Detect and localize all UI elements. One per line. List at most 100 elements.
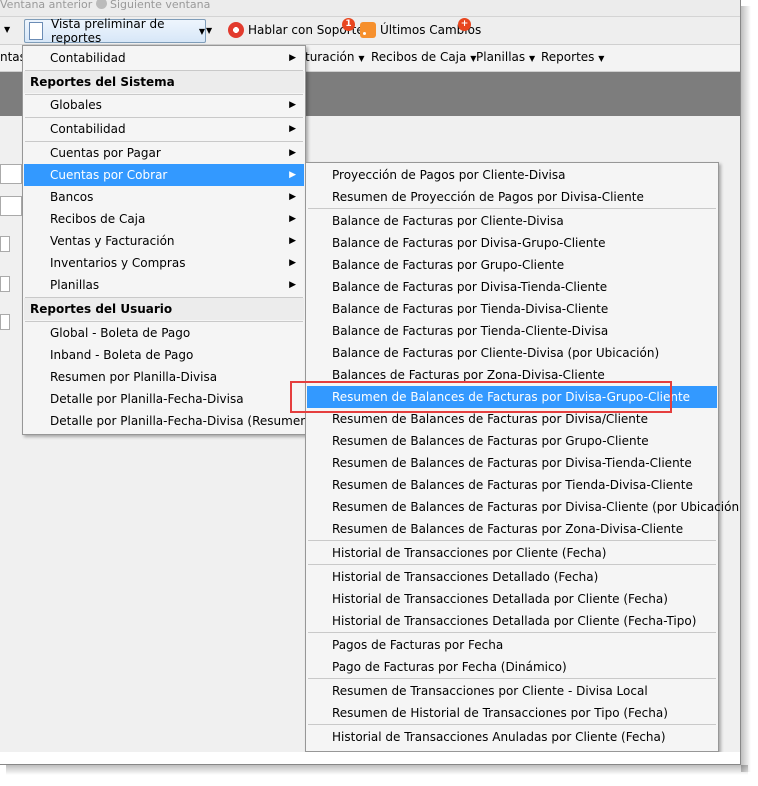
toolbar-dropdown-arrow[interactable]: ▼	[4, 25, 10, 34]
submenu-item-label: Resumen de Proyección de Pagos por Divis…	[332, 190, 644, 204]
submenu-item-group4-2[interactable]: Historial de Transacciones Detallada por…	[307, 610, 717, 632]
submenu-item-group2-12[interactable]: Resumen de Balances de Facturas por Tien…	[307, 474, 717, 496]
rss-icon	[360, 22, 376, 38]
submenu-item-group2-0[interactable]: Balance de Facturas por Cliente-Divisa	[307, 210, 717, 232]
vista-preliminar-label: Vista preliminar de reportes	[51, 17, 165, 45]
submenu-arrow-icon: ▶	[289, 100, 296, 110]
submenu-arrow-icon: ▶	[289, 148, 296, 158]
submenu-item-label: Historial de Transacciones por Cliente (…	[332, 546, 607, 560]
menu-separator	[308, 724, 716, 725]
menu-item-detalle-planilla-resumen[interactable]: Detalle por Planilla-Fecha-Divisa (Resum…	[24, 410, 313, 432]
submenu-item-group2-4[interactable]: Balance de Facturas por Tienda-Divisa-Cl…	[307, 298, 717, 320]
menu-item-detalle-planilla-fecha-divisa[interactable]: Detalle por Planilla-Fecha-Divisa	[24, 388, 304, 410]
submenu-item-group2-11[interactable]: Resumen de Balances de Facturas por Divi…	[307, 452, 717, 474]
cuentas-por-cobrar-submenu: Proyección de Pagos por Cliente-Divisa Re…	[305, 162, 740, 752]
menu-separator	[308, 564, 716, 565]
submenu-item-group2-5[interactable]: Balance de Facturas por Tienda-Cliente-D…	[307, 320, 717, 342]
menu-item-cuentas-por-cobrar[interactable]: Cuentas por Cobrar ▶	[24, 164, 304, 186]
field-fragment	[0, 276, 10, 292]
menu-separator	[308, 540, 716, 541]
submenu-arrow-icon: ▶	[289, 214, 296, 224]
chevron-down-icon: ▼	[528, 54, 536, 63]
submenu-arrow-icon: ▶	[289, 124, 296, 134]
submenu-item-group2-3[interactable]: Balance de Facturas por Divisa-Tienda-Cl…	[307, 276, 717, 298]
toolbar-overflow-arrow[interactable]: ▼	[206, 26, 212, 35]
menu-item-contabilidad[interactable]: Contabilidad ▶	[24, 118, 304, 140]
submenu-item-label: Resumen de Balances de Facturas por Grup…	[332, 434, 649, 448]
submenu-item-group3-0[interactable]: Historial de Transacciones por Cliente (…	[307, 542, 717, 564]
submenu-item-label: Balance de Facturas por Cliente-Divisa (…	[332, 346, 660, 360]
submenu-item-label: Resumen de Balances de Facturas por Divi…	[332, 500, 741, 514]
submenu-item-group7-0[interactable]: Historial de Transacciones Anuladas por …	[307, 726, 717, 748]
submenu-item-group4-1[interactable]: Historial de Transacciones Detallada por…	[307, 588, 717, 610]
toolbar: ▼ Vista preliminar de reportes ▼ ▼ Habla…	[0, 17, 740, 45]
submenu-item-label: Pago de Facturas por Fecha (Dinámico)	[332, 660, 567, 674]
field-fragment	[0, 236, 10, 252]
menubar-item-recibos[interactable]: Recibos de Caja ▼	[371, 50, 476, 64]
menu-separator	[308, 632, 716, 633]
window-shadow	[6, 765, 748, 775]
submenu-arrow-icon: ▶	[289, 192, 296, 202]
submenu-item-label: Historial de Transacciones Detallada por…	[332, 614, 697, 628]
chevron-down-icon: ▼	[598, 54, 605, 63]
submenu-item-label: Resumen de Transacciones por Cliente - D…	[332, 684, 648, 698]
submenu-item-group1-0[interactable]: Proyección de Pagos por Cliente-Divisa	[307, 164, 717, 186]
vista-preliminar-button[interactable]: Vista preliminar de reportes ▼	[24, 17, 206, 45]
menu-item-globales[interactable]: Globales ▶	[24, 94, 304, 116]
next-window-link[interactable]: Siguiente ventana	[96, 0, 210, 11]
menu-item-inband-boleta[interactable]: Inband - Boleta de Pago	[24, 344, 304, 366]
field-fragment	[0, 314, 10, 330]
menu-separator	[308, 678, 716, 679]
field-fragment	[0, 164, 22, 184]
submenu-item-group2-1[interactable]: Balance de Facturas por Divisa-Grupo-Cli…	[307, 232, 717, 254]
submenu-item-group2-6[interactable]: Balance de Facturas por Cliente-Divisa (…	[307, 342, 717, 364]
submenu-item-group2-2[interactable]: Balance de Facturas por Grupo-Cliente	[307, 254, 717, 276]
menubar-item-planillas[interactable]: Planillas ▼	[476, 50, 535, 64]
window-nav-bar: Ventana anterior Siguiente ventana	[0, 0, 740, 17]
menu-separator	[308, 208, 716, 209]
prev-window-link[interactable]: Ventana anterior	[0, 0, 92, 11]
submenu-item-group4-0[interactable]: Historial de Transacciones Detallado (Fe…	[307, 566, 717, 588]
submenu-item-group5-0[interactable]: Pagos de Facturas por Fecha	[307, 634, 717, 656]
submenu-item-group1-1[interactable]: Resumen de Proyección de Pagos por Divis…	[307, 186, 717, 208]
ultimos-cambios-button[interactable]: Últimos Cambios +	[360, 18, 481, 41]
lifebuoy-icon	[228, 22, 244, 38]
menu-item-global-boleta[interactable]: Global - Boleta de Pago	[24, 322, 304, 344]
submenu-item-group2-13[interactable]: Resumen de Balances de Facturas por Divi…	[307, 496, 740, 518]
menu-item-inventarios-compras[interactable]: Inventarios y Compras ▶	[24, 252, 304, 274]
torn-edge	[0, 752, 740, 764]
submenu-item-group6-0[interactable]: Resumen de Transacciones por Cliente - D…	[307, 680, 717, 702]
annotation-highlight-box	[290, 381, 672, 413]
support-badge: 1	[342, 18, 355, 31]
submenu-item-label: Balance de Facturas por Tienda-Divisa-Cl…	[332, 302, 609, 316]
menu-item-planillas[interactable]: Planillas ▶	[24, 274, 304, 296]
submenu-item-label: Balance de Facturas por Grupo-Cliente	[332, 258, 565, 272]
submenu-item-label: Historial de Transacciones Anuladas por …	[332, 730, 666, 744]
submenu-item-group2-14[interactable]: Resumen de Balances de Facturas por Zona…	[307, 518, 717, 540]
menu-item-contabilidad-top[interactable]: Contabilidad ▶	[24, 47, 304, 69]
submenu-item-group2-10[interactable]: Resumen de Balances de Facturas por Grup…	[307, 430, 717, 452]
menu-item-ventas-facturacion[interactable]: Ventas y Facturación ▶	[24, 230, 304, 252]
section-header-sistema: Reportes del Sistema	[24, 71, 304, 93]
report-preview-icon	[29, 22, 44, 40]
submenu-item-label: Resumen de Historial de Transacciones po…	[332, 706, 668, 720]
submenu-arrow-icon: ▶	[289, 53, 296, 63]
submenu-item-label: Balance de Facturas por Divisa-Tienda-Cl…	[332, 280, 608, 294]
menu-item-recibos-de-caja[interactable]: Recibos de Caja ▶	[24, 208, 304, 230]
reportes-dropdown-menu: Contabilidad ▶ Reportes del Sistema Glob…	[22, 45, 313, 435]
submenu-item-group5-1[interactable]: Pago de Facturas por Fecha (Dinámico)	[307, 656, 717, 678]
menu-item-bancos[interactable]: Bancos ▶	[24, 186, 304, 208]
submenu-item-label: Pagos de Facturas por Fecha	[332, 638, 504, 652]
menubar-item-facturacion[interactable]: turación ▼	[305, 50, 364, 64]
menu-item-resumen-planilla-divisa[interactable]: Resumen por Planilla-Divisa	[24, 366, 304, 388]
submenu-item-group6-1[interactable]: Resumen de Historial de Transacciones po…	[307, 702, 717, 724]
hablar-soporte-button[interactable]: Hablar con Soporte 1	[228, 18, 364, 41]
submenu-arrow-icon: ▶	[289, 170, 296, 180]
section-header-usuario: Reportes del Usuario	[24, 298, 304, 320]
submenu-item-label: Balance de Facturas por Tienda-Cliente-D…	[332, 324, 609, 338]
submenu-item-label: Resumen de Balances de Facturas por Tien…	[332, 478, 693, 492]
submenu-item-label: Resumen de Balances de Facturas por Zona…	[332, 522, 684, 536]
menu-item-cuentas-por-pagar[interactable]: Cuentas por Pagar ▶	[24, 142, 304, 164]
chevron-down-icon: ▼	[198, 26, 205, 36]
menubar-item-reportes[interactable]: Reportes ▼	[541, 50, 604, 64]
